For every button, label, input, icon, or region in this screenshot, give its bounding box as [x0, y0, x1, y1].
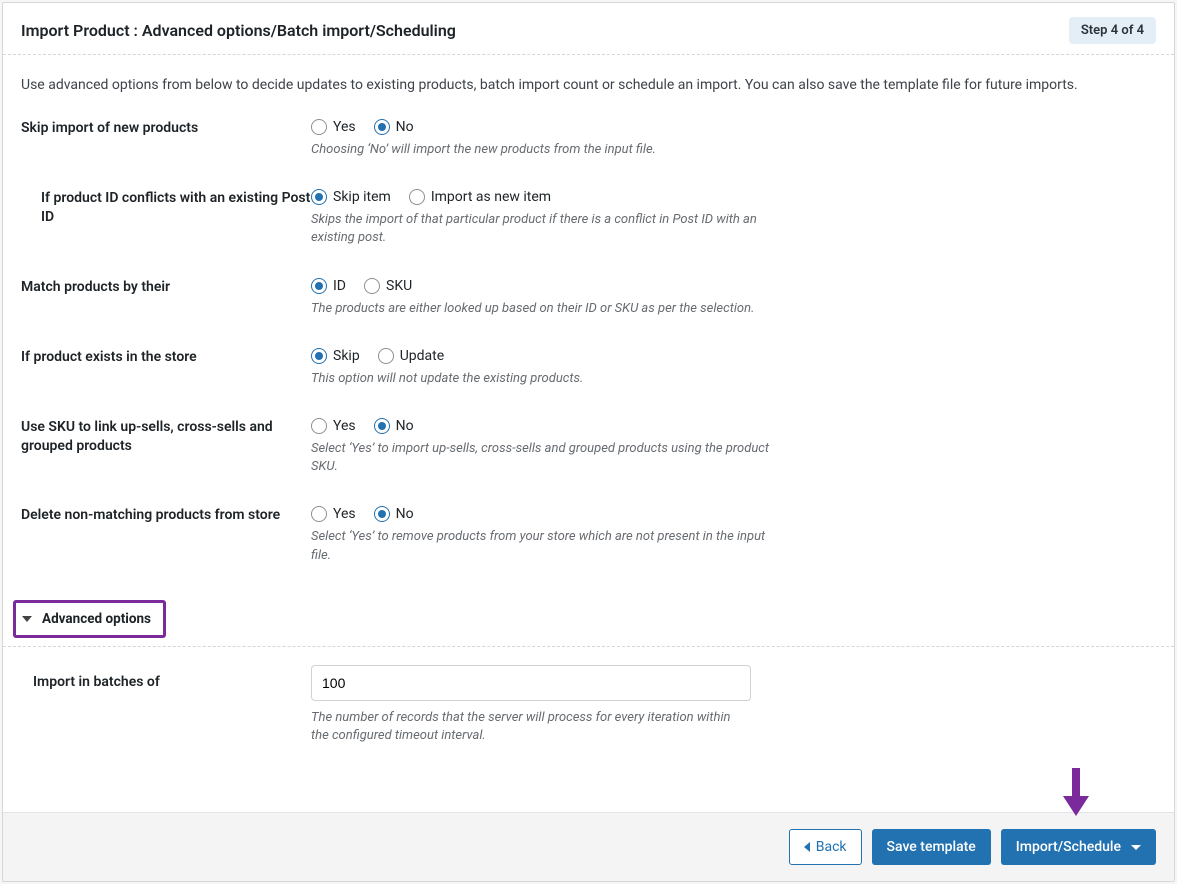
- radio-group-delete-nonmatch: Yes No: [311, 506, 781, 522]
- radio-label: Yes: [333, 418, 356, 434]
- radio-match-id[interactable]: ID: [311, 278, 346, 294]
- controls-batch: The number of records that the server wi…: [311, 665, 781, 745]
- back-button-label: Back: [816, 839, 847, 855]
- advanced-options-toggle[interactable]: Advanced options: [13, 600, 166, 638]
- controls-match-by: ID SKU The products are either looked up…: [311, 278, 781, 318]
- radio-group-sku-link: Yes No: [311, 418, 781, 434]
- row-skip-new: Skip import of new products Yes No Choos…: [21, 119, 1156, 159]
- label-skip-new: Skip import of new products: [21, 119, 311, 138]
- radio-label: No: [396, 418, 414, 434]
- radio-label: No: [396, 119, 414, 135]
- label-id-conflict: If product ID conflicts with an existing…: [21, 189, 311, 227]
- hint-skip-new: Choosing ‘No’ will import the new produc…: [311, 141, 781, 159]
- radio-indicator-icon: [311, 348, 327, 364]
- radio-match-sku[interactable]: SKU: [364, 278, 412, 294]
- hint-match-by: The products are either looked up based …: [311, 300, 781, 318]
- panel-header: Import Product : Advanced options/Batch …: [3, 3, 1174, 55]
- save-template-label: Save template: [887, 839, 976, 855]
- controls-delete-nonmatch: Yes No Select ‘Yes’ to remove products f…: [311, 506, 781, 564]
- row-id-conflict: If product ID conflicts with an existing…: [21, 189, 1156, 247]
- hint-id-conflict: Skips the import of that particular prod…: [311, 211, 781, 247]
- radio-exists-skip[interactable]: Skip: [311, 348, 360, 364]
- row-batch: Import in batches of The number of recor…: [21, 665, 1156, 745]
- hint-sku-link: Select ‘Yes’ to import up-sells, cross-s…: [311, 440, 781, 476]
- radio-indicator-icon: [311, 506, 327, 522]
- controls-id-conflict: Skip item Import as new item Skips the i…: [311, 189, 781, 247]
- import-schedule-button[interactable]: Import/Schedule: [1001, 829, 1156, 865]
- radio-indicator-icon: [374, 506, 390, 522]
- radio-group-exists: Skip Update: [311, 348, 781, 364]
- back-button[interactable]: Back: [789, 829, 862, 865]
- controls-sku-link: Yes No Select ‘Yes’ to import up-sells, …: [311, 418, 781, 476]
- radio-indicator-icon: [409, 189, 425, 205]
- advanced-options-title: Advanced options: [42, 611, 151, 627]
- radio-indicator-icon: [311, 418, 327, 434]
- label-batch: Import in batches of: [21, 665, 311, 692]
- radio-conflict-import-new[interactable]: Import as new item: [409, 189, 551, 205]
- row-match-by: Match products by their ID SKU The produ…: [21, 278, 1156, 318]
- chevron-down-icon: [22, 616, 32, 622]
- label-sku-link: Use SKU to link up-sells, cross-sells an…: [21, 418, 311, 456]
- radio-indicator-icon: [374, 119, 390, 135]
- chevron-left-icon: [804, 842, 810, 852]
- hint-batch: The number of records that the server wi…: [311, 709, 741, 745]
- batch-size-input[interactable]: [311, 665, 751, 701]
- divider: [3, 646, 1174, 647]
- intro-text: Use advanced options from below to decid…: [21, 77, 1156, 93]
- save-template-button[interactable]: Save template: [872, 829, 991, 865]
- controls-skip-new: Yes No Choosing ‘No’ will import the new…: [311, 119, 781, 159]
- radio-group-match-by: ID SKU: [311, 278, 781, 294]
- radio-exists-update[interactable]: Update: [378, 348, 444, 364]
- radio-label: SKU: [386, 278, 412, 294]
- radio-indicator-icon: [364, 278, 380, 294]
- radio-label: Yes: [333, 119, 356, 135]
- radio-indicator-icon: [374, 418, 390, 434]
- row-sku-link: Use SKU to link up-sells, cross-sells an…: [21, 418, 1156, 476]
- page-title: Import Product : Advanced options/Batch …: [21, 21, 456, 40]
- panel-footer: Back Save template Import/Schedule: [3, 812, 1174, 881]
- radio-group-id-conflict: Skip item Import as new item: [311, 189, 781, 205]
- radio-label: Import as new item: [431, 189, 551, 205]
- row-delete-nonmatch: Delete non-matching products from store …: [21, 506, 1156, 564]
- radio-sku-link-yes[interactable]: Yes: [311, 418, 356, 434]
- radio-indicator-icon: [378, 348, 394, 364]
- radio-delete-no[interactable]: No: [374, 506, 414, 522]
- radio-label: Yes: [333, 506, 356, 522]
- radio-conflict-skip[interactable]: Skip item: [311, 189, 391, 205]
- hint-delete-nonmatch: Select ‘Yes’ to remove products from you…: [311, 528, 781, 564]
- chevron-down-icon: [1131, 845, 1141, 850]
- radio-indicator-icon: [311, 119, 327, 135]
- radio-skip-new-yes[interactable]: Yes: [311, 119, 356, 135]
- label-match-by: Match products by their: [21, 278, 311, 297]
- import-schedule-label: Import/Schedule: [1016, 839, 1121, 855]
- radio-label: Skip item: [333, 189, 391, 205]
- radio-group-skip-new: Yes No: [311, 119, 781, 135]
- step-badge: Step 4 of 4: [1069, 17, 1156, 44]
- radio-indicator-icon: [311, 278, 327, 294]
- radio-delete-yes[interactable]: Yes: [311, 506, 356, 522]
- radio-indicator-icon: [311, 189, 327, 205]
- label-exists: If product exists in the store: [21, 348, 311, 367]
- radio-sku-link-no[interactable]: No: [374, 418, 414, 434]
- controls-exists: Skip Update This option will not update …: [311, 348, 781, 388]
- radio-skip-new-no[interactable]: No: [374, 119, 414, 135]
- hint-exists: This option will not update the existing…: [311, 370, 781, 388]
- row-exists: If product exists in the store Skip Upda…: [21, 348, 1156, 388]
- radio-label: No: [396, 506, 414, 522]
- label-delete-nonmatch: Delete non-matching products from store: [21, 506, 311, 525]
- import-panel: Import Product : Advanced options/Batch …: [2, 2, 1175, 882]
- panel-body: Use advanced options from below to decid…: [3, 55, 1174, 812]
- radio-label: Update: [400, 348, 444, 364]
- radio-label: Skip: [333, 348, 360, 364]
- radio-label: ID: [333, 278, 346, 294]
